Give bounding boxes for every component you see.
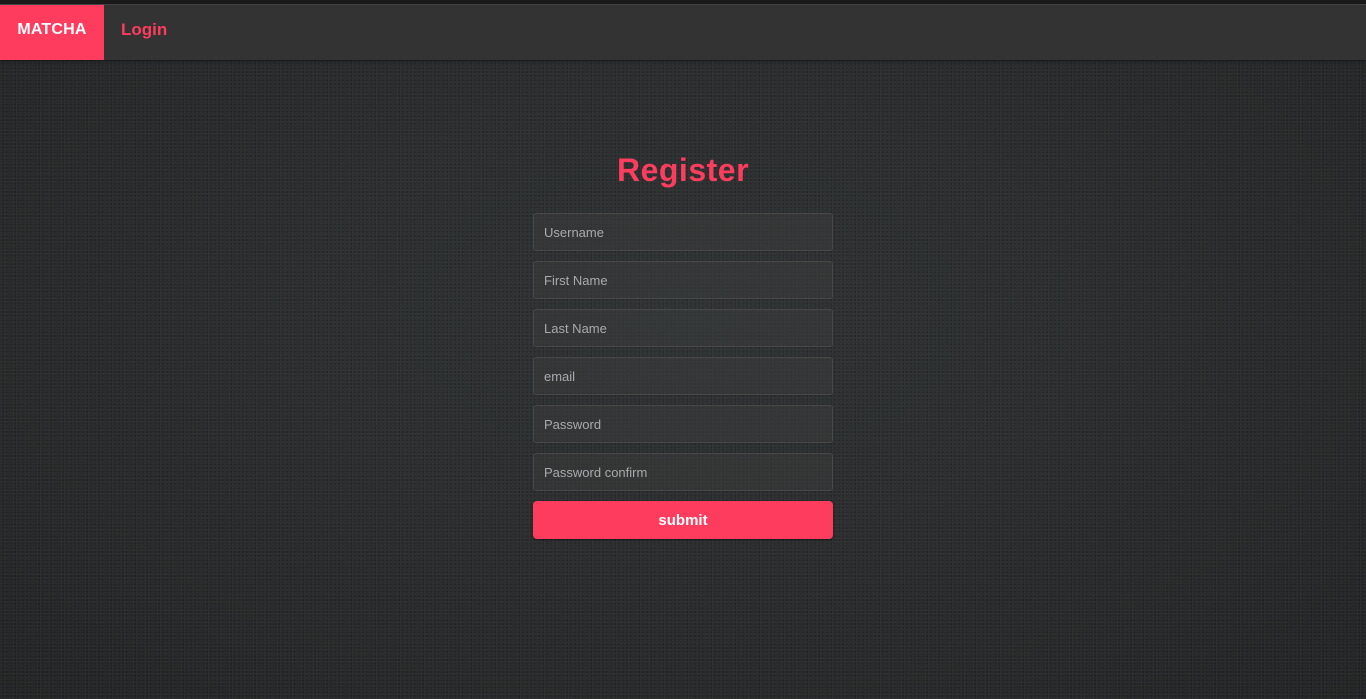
password-confirm-input[interactable]: [533, 453, 833, 491]
navbar: MATCHA Login: [0, 5, 1366, 60]
brand-logo[interactable]: MATCHA: [0, 5, 104, 60]
register-form: submit: [533, 213, 833, 539]
first-name-input[interactable]: [533, 261, 833, 299]
login-link[interactable]: Login: [121, 5, 167, 55]
submit-button[interactable]: submit: [533, 501, 833, 539]
username-input[interactable]: [533, 213, 833, 251]
email-input[interactable]: [533, 357, 833, 395]
page-title: Register: [616, 152, 750, 188]
last-name-input[interactable]: [533, 309, 833, 347]
password-input[interactable]: [533, 405, 833, 443]
